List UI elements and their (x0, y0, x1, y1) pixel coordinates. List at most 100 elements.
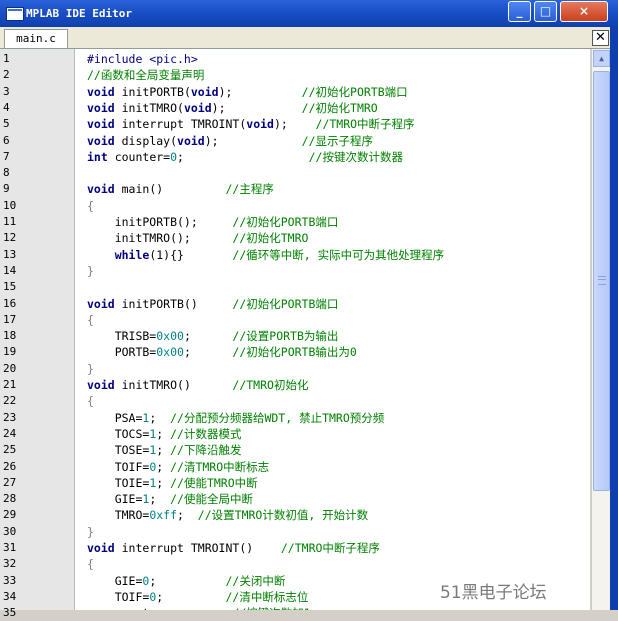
line-number: 25 (3, 443, 17, 457)
code-token: initPORTB() (114, 296, 233, 311)
line-number: 13 (3, 247, 17, 261)
line-number: 31 (3, 541, 17, 554)
code-token: main() (114, 182, 226, 197)
code-keyword: void (87, 100, 115, 115)
code-token: 0 (170, 149, 178, 164)
tab-main-c[interactable]: main.c (4, 29, 68, 48)
code-keyword: void (87, 378, 115, 392)
code-token: ); (211, 100, 302, 115)
code-comment: //使能TMRO中断 (170, 475, 258, 490)
code-comment: //关闭中断 (225, 573, 286, 588)
code-token: TOSE= (87, 443, 150, 458)
line-number: 12 (3, 231, 17, 245)
code-comment: //分配预分频器给WDT, 禁止TMRO预分频 (170, 410, 385, 425)
code-token: TOIF= (87, 459, 150, 474)
line-number: 27 (3, 475, 17, 489)
grip-icon (598, 276, 606, 285)
code-line: { (87, 198, 94, 214)
line-number: 10 (3, 198, 17, 212)
code-token: { (87, 394, 94, 409)
code-line: TOCS=1; //计数器模式 (87, 426, 242, 442)
code-token: initTMRO(); (87, 231, 233, 246)
code-token: TOCS= (87, 426, 150, 441)
line-number: 11 (3, 215, 17, 228)
code-keyword: void (246, 117, 274, 132)
line-number: 17 (3, 312, 17, 326)
code-token: ; (156, 426, 171, 441)
code-editor[interactable]: #include <pic.h>//函数和全局变量声明 void initPORT… (75, 49, 590, 610)
minimize-button[interactable]: _ (508, 1, 531, 22)
scroll-up-arrow-icon[interactable]: ▲ (593, 50, 610, 67)
code-line: //函数和全局变量声明 (87, 67, 204, 83)
code-keyword: void (87, 541, 115, 555)
code-line: void display(void); //显示子程序 (87, 133, 373, 149)
scroll-thumb[interactable] (593, 71, 610, 491)
code-token: ); (218, 84, 302, 99)
code-token: ; (156, 443, 171, 458)
line-number: 23 (3, 410, 17, 424)
code-keyword: void (87, 117, 115, 132)
code-token: (1){} (149, 247, 233, 262)
code-comment: //主程序 (225, 182, 274, 197)
code-comment: //按键次数计数器 (308, 149, 403, 164)
line-number: 16 (3, 296, 17, 310)
code-token: 0x00 (156, 329, 184, 344)
code-line: TOIE=1; //使能TMRO中断 (87, 475, 258, 491)
line-number: 20 (3, 361, 17, 375)
code-token: TOIF= (87, 589, 150, 604)
code-token: } (87, 263, 94, 278)
code-token: display( (114, 133, 178, 148)
code-comment: //按键次数加1 (232, 606, 310, 610)
code-keyword: while (114, 247, 150, 262)
code-comment: //设置PORTB为输出 (232, 329, 339, 344)
code-token: ; (149, 492, 171, 507)
code-token: ; (149, 573, 226, 588)
line-number: 26 (3, 459, 17, 473)
code-keyword: void (87, 296, 115, 311)
line-number: 5 (3, 117, 10, 131)
watermark: 51黑电子论坛 (440, 583, 547, 603)
code-comment: //初始化PORTB端口 (232, 215, 339, 229)
code-token: TOIE= (87, 475, 150, 490)
code-token: interrupt TMROINT() (114, 541, 281, 555)
code-comment: //清中断标志位 (225, 589, 309, 604)
code-token: PORTB= (87, 345, 157, 360)
maximize-button[interactable]: □ (534, 1, 557, 22)
code-token: ; (177, 508, 198, 523)
line-number: 6 (3, 133, 10, 147)
line-number: 30 (3, 524, 17, 538)
code-line: PORTB=0x00; //初始化PORTB输出为0 (87, 344, 357, 360)
line-number: 18 (3, 329, 17, 343)
code-comment: //计数器模式 (170, 426, 242, 441)
code-line: void main() //主程序 (87, 181, 274, 197)
code-token: ; (149, 410, 171, 425)
close-file-button[interactable]: ✕ (592, 30, 609, 46)
code-token: initTMRO( (114, 100, 184, 115)
code-line: } (87, 524, 94, 540)
code-token: ; (156, 589, 226, 604)
code-token: TMRO= (87, 508, 150, 523)
code-token: GIE= (87, 573, 143, 588)
line-number: 3 (3, 84, 10, 98)
code-token: ; (183, 345, 233, 360)
code-comment: //初始化PORTB端口 (301, 84, 408, 99)
code-line: void interrupt TMROINT(void); //TMRO中断子程… (87, 116, 415, 132)
tab-bar: main.c (0, 27, 618, 49)
code-comment: //初始化TMRO (232, 231, 309, 246)
line-number: 1 (3, 52, 10, 65)
line-number: 19 (3, 345, 17, 359)
line-number: 29 (3, 508, 17, 522)
window-close-button[interactable]: × (560, 1, 608, 22)
code-token: ); (204, 133, 302, 148)
code-comment: //TMRO中断子程序 (315, 117, 415, 132)
code-token: } (87, 361, 94, 376)
vertical-scrollbar[interactable]: ▲ (591, 49, 611, 610)
code-line: while(1){} //循环等中断, 实际中可为其他处理程序 (87, 247, 444, 263)
code-keyword: void (87, 133, 115, 148)
code-comment: //TMRO初始化 (232, 378, 309, 392)
code-token: ; (177, 149, 309, 164)
code-comment: //显示子程序 (301, 133, 374, 148)
window-title: MPLAB IDE Editor (26, 7, 132, 20)
code-keyword: void (87, 84, 115, 99)
code-comment: //清TMRO中断标志 (170, 459, 270, 474)
